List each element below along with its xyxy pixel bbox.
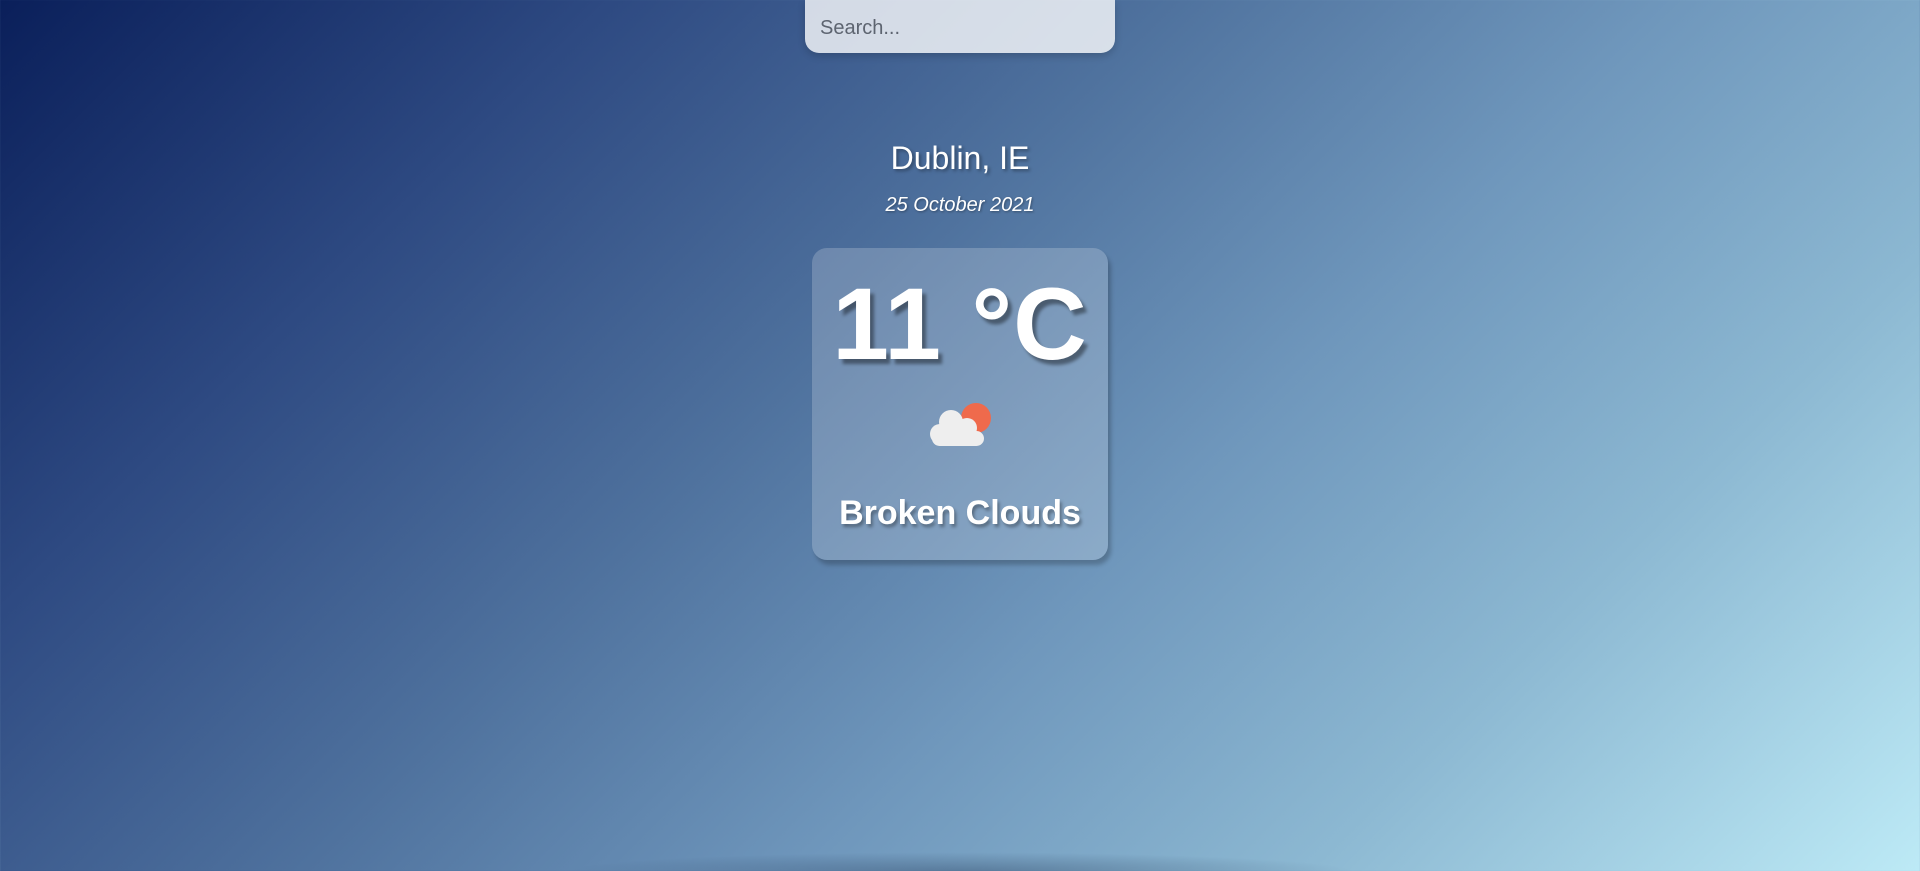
partly-cloudy-icon — [926, 398, 998, 454]
location-title: Dublin, IE — [890, 140, 1030, 176]
weather-card: 11 °C Broken Clouds — [812, 248, 1108, 560]
weather-condition: Broken Clouds — [839, 494, 1081, 532]
bottom-shadow — [560, 852, 1360, 871]
search-box — [805, 0, 1115, 53]
date-label: 25 October 2021 — [885, 194, 1035, 216]
temperature: 11 °C — [832, 267, 1088, 381]
search-input[interactable] — [805, 0, 1115, 53]
